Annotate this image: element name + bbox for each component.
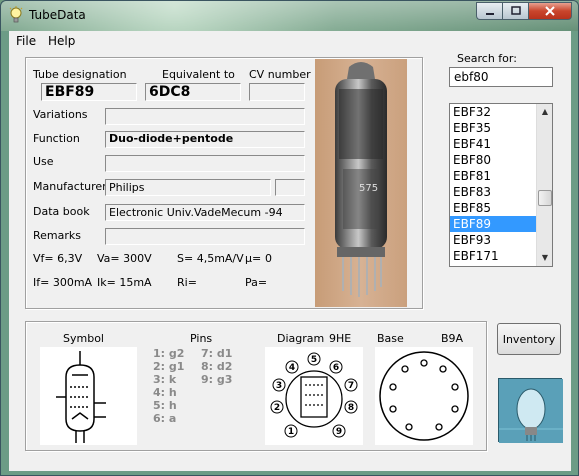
spec-mu-value: 0 xyxy=(265,252,272,265)
client-area: File Help Tube designation Equivalent to… xyxy=(9,31,571,471)
equivalent-field[interactable]: 6DC8 xyxy=(145,83,241,101)
window-title: TubeData xyxy=(29,8,86,22)
use-label: Use xyxy=(33,155,54,168)
manufacturer-label: Manufacturer xyxy=(33,180,107,193)
scroll-up-icon[interactable]: ▲ xyxy=(537,104,552,120)
svg-text:3: 3 xyxy=(276,381,282,391)
search-label: Search for: xyxy=(457,52,517,65)
svg-text:8: 8 xyxy=(348,403,354,413)
databook-label: Data book xyxy=(33,205,90,218)
tube-designation-field[interactable]: EBF89 xyxy=(41,83,137,101)
function-field[interactable]: Duo-diode+pentode xyxy=(105,131,305,148)
tube-designation-label: Tube designation xyxy=(33,68,127,81)
spec-vf: Vf= 6,3V xyxy=(33,252,83,265)
lightbulb-icon xyxy=(9,6,23,23)
tube-list[interactable]: EBF32 EBF35 EBF41 EBF80 EBF81 EBF83 EBF85 EBF89… xyxy=(449,103,553,267)
inventory-button[interactable]: Inventory xyxy=(497,323,561,355)
tube-logo-icon xyxy=(499,379,563,443)
scroll-down-icon[interactable]: ▼ xyxy=(537,250,552,266)
spec-ik: Ik= 15mA xyxy=(97,276,152,289)
svg-text:9: 9 xyxy=(336,427,342,437)
minimize-button[interactable] xyxy=(476,2,502,20)
spec-s: S= 4,5mA/V xyxy=(177,252,244,265)
pin-label: 8: d2 xyxy=(201,360,233,373)
search-input[interactable]: ebf80 xyxy=(449,67,553,87)
close-button[interactable] xyxy=(528,2,572,20)
list-item[interactable]: EBF93 xyxy=(450,232,536,248)
pin-diagram-box: 5 4 3 2 1 6 7 8 9 xyxy=(265,347,363,445)
list-item[interactable]: EBF41 xyxy=(450,136,536,152)
function-label: Function xyxy=(33,132,80,145)
databook-field[interactable]: Electronic Univ.VadeMecum -94 xyxy=(105,204,305,221)
menu-help[interactable]: Help xyxy=(48,34,75,48)
list-item[interactable]: EBF32 xyxy=(450,104,536,120)
svg-text:7: 7 xyxy=(348,381,354,391)
pin-label: 7: d1 xyxy=(201,347,233,360)
cv-number-label: CV number xyxy=(249,68,311,81)
variations-field[interactable] xyxy=(105,108,305,125)
manufacturer-field[interactable]: Philips xyxy=(105,179,271,196)
cv-number-field[interactable] xyxy=(249,83,305,101)
pin-label: 6: a xyxy=(153,412,177,425)
svg-text:6: 6 xyxy=(333,363,339,373)
maximize-button[interactable] xyxy=(502,2,528,20)
symbol-label: Symbol xyxy=(63,332,104,345)
list-item[interactable]: EBF35 xyxy=(450,120,536,136)
maximize-icon xyxy=(510,6,521,15)
caption-buttons xyxy=(476,2,572,20)
tube-print-text: 575 xyxy=(359,183,378,194)
menu-file[interactable]: File xyxy=(16,34,36,48)
spec-ri: Ri= xyxy=(177,276,197,289)
pin-label: 4: h xyxy=(153,386,177,399)
list-item[interactable]: EBF85 xyxy=(450,200,536,216)
list-item[interactable]: EBF83 xyxy=(450,184,536,200)
base-diagram-box xyxy=(375,347,473,445)
pins-label: Pins xyxy=(190,332,213,345)
list-item[interactable]: EBF81 xyxy=(450,168,536,184)
svg-text:4: 4 xyxy=(289,363,295,373)
pin-label: 3: k xyxy=(153,373,177,386)
symbol-box xyxy=(40,347,137,445)
pin-label: 9: g3 xyxy=(201,373,233,386)
list-item[interactable]: EBF89 xyxy=(450,216,536,232)
list-item[interactable]: EBF80 xyxy=(450,152,536,168)
diagram-label: Diagram xyxy=(277,332,325,345)
equivalent-label: Equivalent to xyxy=(162,68,235,81)
variations-label: Variations xyxy=(33,108,88,121)
minimize-icon xyxy=(485,13,494,15)
scroll-thumb[interactable] xyxy=(538,190,552,206)
svg-text:2: 2 xyxy=(274,403,280,413)
app-logo xyxy=(498,378,563,443)
spec-if: If= 300mA xyxy=(33,276,93,289)
remarks-field[interactable] xyxy=(105,228,305,245)
close-icon xyxy=(545,6,555,16)
remarks-label: Remarks xyxy=(33,229,81,242)
main-window: TubeData File Help Tube designation Equi… xyxy=(0,0,579,476)
manufacturer-extra-field[interactable] xyxy=(275,179,305,196)
tube-symbol-icon xyxy=(56,351,106,443)
base-code: B9A xyxy=(441,332,464,345)
pin-label: 5: h xyxy=(153,399,177,412)
spec-pa: Pa= xyxy=(245,276,268,289)
use-field[interactable] xyxy=(105,155,305,172)
diagram-code: 9HE xyxy=(329,332,352,345)
pin-label: 1: g2 xyxy=(153,347,185,360)
menu-bar: File Help xyxy=(9,31,571,51)
vacuum-tube-image: 575 xyxy=(335,62,387,297)
spec-va: Va= 300V xyxy=(97,252,152,265)
pin-diagram-icon: 5 4 3 2 1 6 7 8 9 xyxy=(270,352,358,438)
tube-photo: 575 xyxy=(315,59,407,307)
svg-text:1: 1 xyxy=(288,427,294,437)
title-bar[interactable]: TubeData xyxy=(1,1,578,31)
svg-text:5: 5 xyxy=(311,355,317,365)
spec-mu: µ= xyxy=(245,252,262,265)
base-label: Base xyxy=(377,332,404,345)
pin-label: 2: g1 xyxy=(153,360,185,373)
tube-base-icon xyxy=(379,351,469,441)
list-item[interactable]: EBF171 xyxy=(450,248,536,264)
list-scrollbar[interactable]: ▲ ▼ xyxy=(536,104,552,266)
